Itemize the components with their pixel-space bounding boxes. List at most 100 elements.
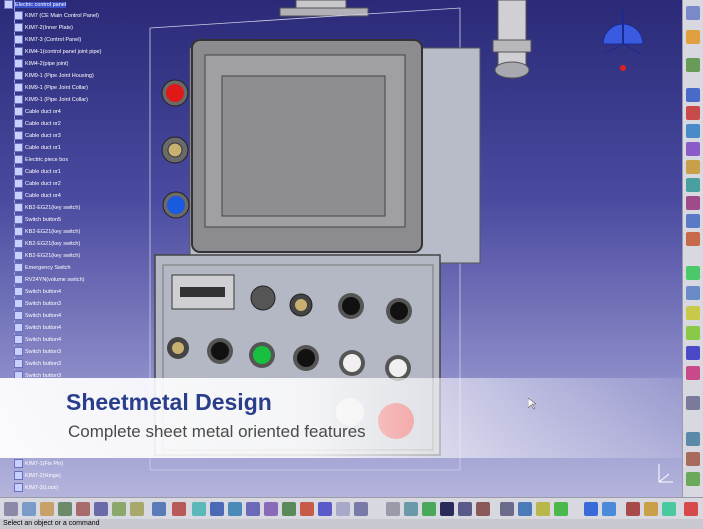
toolbar-icon[interactable] — [440, 502, 454, 516]
toolbar-icon[interactable] — [282, 502, 296, 516]
toolbar-icon[interactable] — [336, 502, 350, 516]
toolbar-icon[interactable] — [686, 214, 700, 228]
tree-item[interactable]: Cable duct or4 — [14, 191, 61, 202]
toolbar-icon[interactable] — [458, 502, 472, 516]
toolbar-icon[interactable] — [686, 106, 700, 120]
toolbar-icon[interactable] — [602, 502, 616, 516]
tree-item[interactable]: KB2-EG21(key switch) — [14, 239, 80, 250]
toolbar-icon[interactable] — [422, 502, 436, 516]
tree-item[interactable]: KB2-EG21(key switch) — [14, 203, 80, 214]
toolbar-icon[interactable] — [686, 472, 700, 486]
toolbar-icon[interactable] — [686, 346, 700, 360]
toolbar-icon[interactable] — [500, 502, 514, 516]
tree-item[interactable]: KIM7-2(Inner Plate) — [14, 23, 73, 34]
toolbar-icon[interactable] — [686, 396, 700, 410]
tree-item[interactable]: Switch button4 — [14, 323, 61, 334]
tree-item[interactable]: Switch button3 — [14, 299, 61, 310]
status-prompt: Select an object or a command — [3, 520, 100, 527]
tree-item[interactable]: KIM4-1(control panel joint pipe) — [14, 47, 101, 58]
tree-item[interactable]: Switch button4 — [14, 311, 61, 322]
toolbar-icon[interactable] — [58, 502, 72, 516]
tree-item[interactable]: KIM9-1 (Pipe Joint Housing) — [14, 71, 94, 82]
toolbar-icon[interactable] — [686, 58, 700, 72]
toolbar-icon[interactable] — [4, 502, 18, 516]
tree-item[interactable]: Cable duct or3 — [14, 131, 61, 142]
toolbar-icon[interactable] — [626, 502, 640, 516]
toolbar-icon[interactable] — [172, 502, 186, 516]
tree-item[interactable]: Cable duct or2 — [14, 119, 61, 130]
toolbar-icon[interactable] — [518, 502, 532, 516]
toolbar-icon[interactable] — [228, 502, 242, 516]
toolbar-icon[interactable] — [686, 196, 700, 210]
tree-item[interactable]: KIM7-2(Hinge) — [14, 471, 61, 482]
tree-item[interactable]: Electric piece box — [14, 155, 68, 166]
part-icon — [14, 155, 23, 165]
tree-item[interactable]: KIM7-3 (Control Panel) — [14, 35, 81, 46]
toolbar-icon[interactable] — [246, 502, 260, 516]
toolbar-icon[interactable] — [318, 502, 332, 516]
tree-item[interactable]: Switch button4 — [14, 287, 61, 298]
tree-item[interactable]: Switch button3 — [14, 359, 61, 370]
toolbar-icon[interactable] — [686, 160, 700, 174]
toolbar-icon[interactable] — [584, 502, 598, 516]
tree-item[interactable]: KB2-EG21(key switch) — [14, 251, 80, 262]
toolbar-icon[interactable] — [686, 432, 700, 446]
toolbar-icon[interactable] — [76, 502, 90, 516]
toolbar-icon[interactable] — [152, 502, 166, 516]
tree-item[interactable]: KIM7 (CE Main Control Panel) — [14, 11, 99, 22]
tree-item[interactable]: RV24YN(volume switch) — [14, 275, 85, 286]
toolbar-icon[interactable] — [686, 30, 700, 44]
toolbar-icon[interactable] — [662, 502, 676, 516]
toolbar-icon[interactable] — [210, 502, 224, 516]
toolbar-icon[interactable] — [686, 306, 700, 320]
toolbar-icon[interactable] — [554, 502, 568, 516]
toolbar-icon[interactable] — [94, 502, 108, 516]
toolbar-icon[interactable] — [686, 452, 700, 466]
tree-item[interactable]: Emergency Switch — [14, 263, 71, 274]
tree-item[interactable]: Switch button5 — [14, 215, 61, 226]
tree-item[interactable]: KIM4-2(pipe joint) — [14, 59, 68, 70]
toolbar-icon[interactable] — [404, 502, 418, 516]
toolbar-icon[interactable] — [264, 502, 278, 516]
tree-item[interactable]: KIM7-1(Fix Pin) — [14, 459, 63, 470]
tree-item[interactable]: Electric control panel — [4, 0, 67, 11]
toolbar-icon[interactable] — [300, 502, 314, 516]
toolbar-icon[interactable] — [536, 502, 550, 516]
tree-item[interactable]: Cable duct or2 — [14, 179, 61, 190]
toolbar-icon[interactable] — [686, 266, 700, 280]
tree-item[interactable]: Switch button4 — [14, 335, 61, 346]
toolbar-icon[interactable] — [686, 124, 700, 138]
tree-item[interactable]: Cable duct or1 — [14, 143, 61, 154]
toolbar-icon[interactable] — [686, 232, 700, 246]
tree-item[interactable]: KB2-EG21(key switch) — [14, 227, 80, 238]
toolbar-icon[interactable] — [22, 502, 36, 516]
toolbar-icon[interactable] — [644, 502, 658, 516]
tree-item[interactable]: Cable duct or4 — [14, 107, 61, 118]
toolbar-icon[interactable] — [686, 88, 700, 102]
tree-item[interactable]: Cable duct or1 — [14, 167, 61, 178]
toolbar-icon[interactable] — [686, 178, 700, 192]
toolbar-icon[interactable] — [686, 142, 700, 156]
toolbar-icon[interactable] — [354, 502, 368, 516]
toolbar-icon[interactable] — [686, 6, 700, 20]
compass-icon[interactable] — [597, 4, 649, 74]
tree-item[interactable]: KIM9-1 (Pipe Joint Collar) — [14, 95, 88, 106]
toolbar-icon[interactable] — [386, 502, 400, 516]
toolbar-icon[interactable] — [476, 502, 490, 516]
part-icon — [4, 0, 13, 10]
toolbar-icon[interactable] — [686, 366, 700, 380]
part-icon — [14, 239, 23, 249]
left-button-blue — [167, 196, 185, 214]
toolbar-icon[interactable] — [192, 502, 206, 516]
tree-item[interactable]: KIM7-3(Lock) — [14, 483, 58, 494]
toolbar-icon[interactable] — [686, 286, 700, 300]
toolbar-icon[interactable] — [684, 502, 698, 516]
tree-item[interactable]: Switch button3 — [14, 347, 61, 358]
toolbar-icon[interactable] — [130, 502, 144, 516]
toolbar-icon[interactable] — [112, 502, 126, 516]
3d-viewport[interactable]: Electric control panel KIM7 (CE Main Con… — [0, 0, 682, 497]
toolbar-icon[interactable] — [686, 326, 700, 340]
tree-item[interactable]: KIM9-1 (Pipe Joint Collar) — [14, 83, 88, 94]
toolbar-icon[interactable] — [40, 502, 54, 516]
left-knob — [167, 142, 183, 158]
